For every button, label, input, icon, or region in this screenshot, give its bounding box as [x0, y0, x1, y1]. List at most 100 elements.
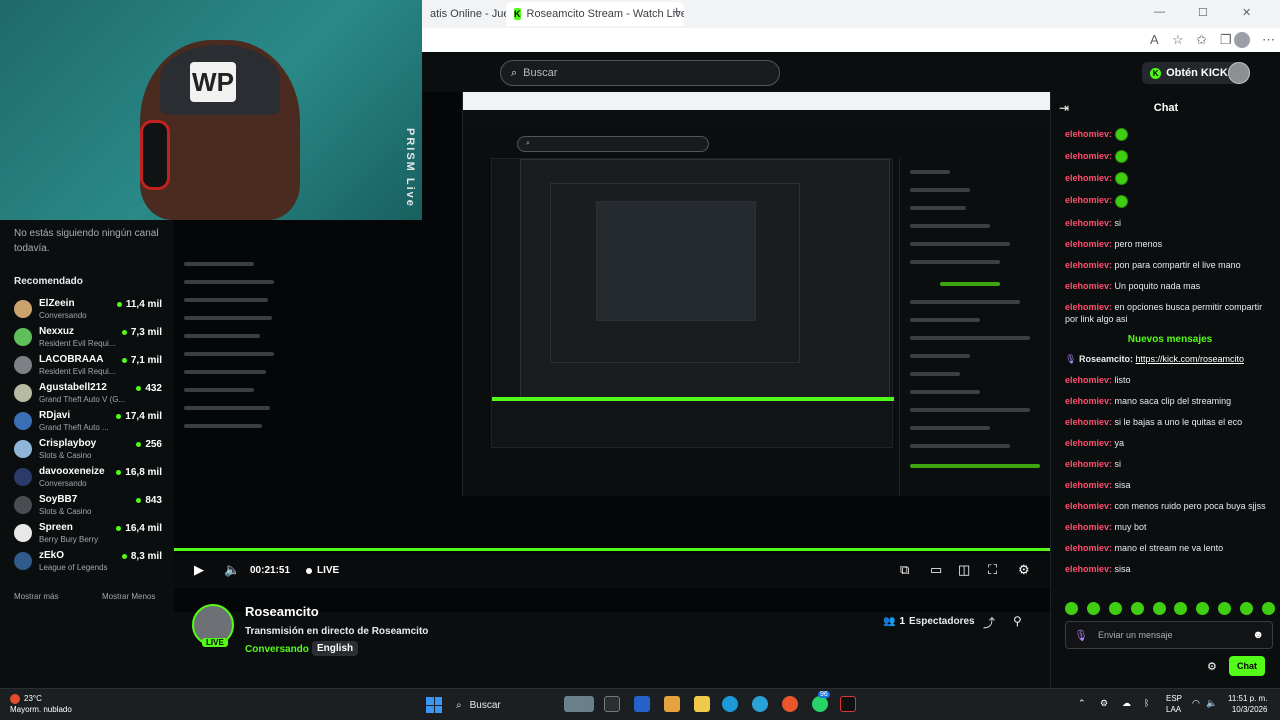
chat-username[interactable]: elehomiev:: [1065, 438, 1112, 448]
emote-icon[interactable]: [1174, 602, 1188, 615]
onedrive-icon[interactable]: ☁: [1122, 698, 1131, 709]
emoji-picker-icon[interactable]: ☻: [1252, 629, 1264, 641]
chat-username[interactable]: elehomiev:: [1065, 260, 1112, 270]
read-aloud-icon[interactable]: A: [1150, 32, 1159, 47]
chat-username[interactable]: elehomiev:: [1065, 173, 1112, 183]
edge-icon[interactable]: [722, 696, 738, 712]
chat-settings-icon[interactable]: ⚙: [1207, 660, 1217, 673]
chat-send-button[interactable]: Chat: [1229, 656, 1265, 676]
kicks-coin-icon: K: [1150, 67, 1162, 79]
emote-icon[interactable]: [1240, 602, 1253, 615]
widgets-icon[interactable]: [564, 696, 594, 712]
maximize-icon[interactable]: ☐: [1198, 6, 1208, 19]
app-orange-icon[interactable]: [782, 696, 798, 712]
emote-icon[interactable]: [1196, 602, 1210, 615]
chat-username[interactable]: elehomiev:: [1065, 281, 1112, 291]
chat-message-input[interactable]: 🎙 Enviar un mensaje ☻: [1065, 621, 1273, 649]
channel-category: Grand Theft Auto V (G...: [39, 395, 126, 404]
sidebar-channel-davooxeneize[interactable]: davooxeneize Conversando 16,8 mil: [14, 464, 164, 492]
chat-username[interactable]: elehomiev:: [1065, 417, 1112, 427]
search-input[interactable]: ⌕ Buscar: [500, 60, 780, 86]
get-kicks-button[interactable]: K Obtén KICKs: [1142, 62, 1242, 84]
browser-profile-avatar[interactable]: [1234, 32, 1250, 48]
bluetooth-icon[interactable]: ᛒ: [1144, 698, 1149, 708]
tray-app-icon[interactable]: ⚙: [1100, 698, 1108, 709]
close-window-icon[interactable]: ✕: [1242, 6, 1251, 19]
new-messages-divider[interactable]: Nuevos mensajes: [1065, 334, 1275, 345]
picture-in-picture-icon[interactable]: ◫: [958, 562, 970, 578]
play-icon[interactable]: ▶: [194, 562, 204, 578]
emote-icon[interactable]: [1130, 602, 1144, 615]
emote-icon[interactable]: [1086, 602, 1100, 615]
chat-username[interactable]: elehomiev:: [1065, 195, 1112, 205]
user-avatar[interactable]: [1228, 62, 1250, 84]
sidebar-channel-rdjavi[interactable]: RDjavi Grand Theft Auto ... 17,4 mil: [14, 408, 164, 436]
stream-progress-bar[interactable]: [174, 548, 1050, 551]
chat-username[interactable]: elehomiev:: [1065, 396, 1112, 406]
minimize-icon[interactable]: —: [1154, 6, 1165, 18]
favorite-star-icon[interactable]: ☆: [1172, 32, 1184, 48]
emote-icon[interactable]: [1065, 602, 1078, 615]
favorites-icon[interactable]: ✩: [1196, 32, 1207, 48]
store-icon[interactable]: [634, 696, 650, 712]
sidebar-channel-nexxuz[interactable]: Nexxuz Resident Evil Requi... 7,3 mil: [14, 324, 164, 352]
emote-icon[interactable]: [1152, 602, 1166, 615]
system-clock[interactable]: 11:51 p. m. 10/3/2026: [1228, 693, 1267, 715]
task-view-icon[interactable]: [604, 696, 620, 712]
chat-username[interactable]: elehomiev:: [1065, 459, 1112, 469]
whatsapp-icon[interactable]: [812, 696, 828, 712]
share-icon[interactable]: ⤴: [983, 614, 995, 631]
tray-chevron-icon[interactable]: ⌃: [1078, 698, 1086, 709]
volume-icon[interactable]: 🔈: [224, 562, 240, 578]
chat-username[interactable]: elehomiev:: [1065, 239, 1112, 249]
emote-icon[interactable]: [1218, 602, 1232, 615]
tab-games[interactable]: atis Online - Jueg ✕: [422, 2, 506, 26]
new-tab-button[interactable]: +: [672, 4, 681, 22]
theater-mode-icon[interactable]: ▭: [930, 562, 942, 578]
chat-username[interactable]: elehomiev:: [1065, 480, 1112, 490]
settings-gear-icon[interactable]: ⚙: [1018, 562, 1030, 578]
chat-username[interactable]: elehomiev:: [1065, 375, 1112, 385]
sidebar-channel-zeko[interactable]: zEkO League of Legends 8,3 mil: [14, 548, 164, 576]
tab-kick-stream[interactable]: K Roseamcito Stream - Watch Live o ✕: [506, 2, 684, 26]
show-more-button[interactable]: Mostrar más: [14, 592, 58, 601]
telegram-icon[interactable]: [752, 696, 768, 712]
sidebar-channel-lacobraaa[interactable]: LACOBRAAA Resident Evil Requi... 7,1 mil: [14, 352, 164, 380]
sidebar-channel-spreen[interactable]: Spreen Berry Bury Berry 16,4 mil: [14, 520, 164, 548]
sidebar-channel-agustabell212[interactable]: Agustabell212 Grand Theft Auto V (G... 4…: [14, 380, 164, 408]
chat-username[interactable]: elehomiev:: [1065, 218, 1112, 228]
collections-icon[interactable]: ❐: [1220, 32, 1232, 48]
chat-username[interactable]: elehomiev:: [1065, 302, 1112, 312]
chat-text: con menos ruido pero poca buya sjjss: [1114, 500, 1266, 511]
keyboard-language[interactable]: ESP LAA: [1166, 693, 1182, 715]
sidebar-channel-elzeein[interactable]: ElZeein Conversando 11,4 mil: [14, 296, 164, 324]
chat-link[interactable]: https://kick.com/roseamcito: [1135, 354, 1244, 364]
show-less-button[interactable]: Mostrar Menos: [102, 592, 155, 601]
chat-username[interactable]: elehomiev:: [1065, 522, 1112, 532]
language-tag[interactable]: English: [312, 641, 359, 656]
obs-icon[interactable]: [840, 696, 856, 712]
speaker-icon[interactable]: 🔈: [1206, 698, 1217, 709]
follow-user-icon[interactable]: ⚲: [1013, 614, 1022, 628]
chat-username[interactable]: elehomiev:: [1065, 151, 1112, 161]
file-explorer-icon[interactable]: [694, 696, 710, 712]
emote-icon[interactable]: [1108, 602, 1122, 615]
clip-icon[interactable]: ⧉: [900, 562, 909, 578]
live-indicator[interactable]: LIVE: [306, 565, 339, 576]
fullscreen-icon[interactable]: ⛶: [988, 562, 997, 578]
more-menu-icon[interactable]: ⋯: [1262, 32, 1275, 48]
chat-username[interactable]: elehomiev:: [1065, 501, 1112, 511]
emote-icon[interactable]: [1261, 602, 1275, 615]
chat-username[interactable]: elehomiev:: [1065, 129, 1112, 139]
windows-start-icon[interactable]: [426, 697, 442, 713]
streamer-name[interactable]: Roseamcito: [245, 604, 319, 619]
wifi-icon[interactable]: ◠: [1192, 698, 1200, 709]
weather-widget[interactable]: 23°C Mayorm. nublado: [10, 693, 72, 715]
stream-category[interactable]: Conversando: [245, 644, 309, 655]
sidebar-channel-soybb7[interactable]: SoyBB7 Slots & Casino 843: [14, 492, 164, 520]
chat-username[interactable]: elehomiev:: [1065, 564, 1112, 574]
copilot-icon[interactable]: [664, 696, 680, 712]
chat-username[interactable]: elehomiev:: [1065, 543, 1112, 553]
sidebar-channel-crisplayboy[interactable]: Crisplayboy Slots & Casino 256: [14, 436, 164, 464]
chat-username[interactable]: Roseamcito:: [1079, 354, 1133, 364]
